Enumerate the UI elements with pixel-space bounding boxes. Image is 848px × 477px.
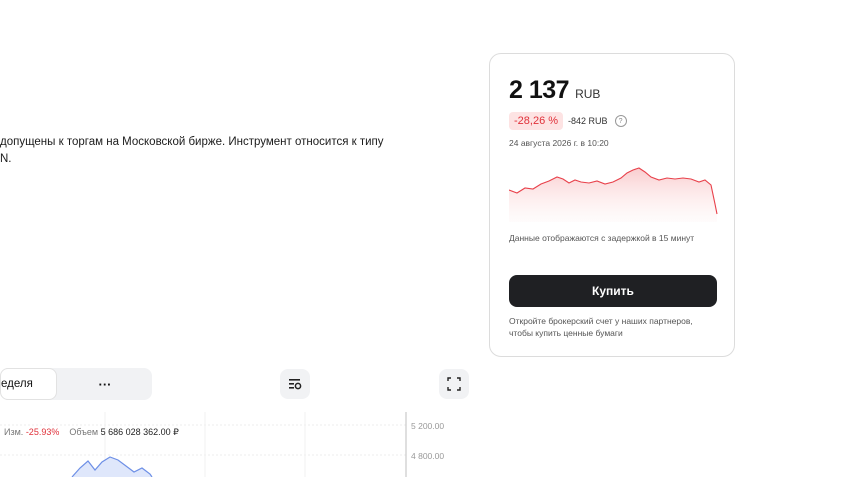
price-row: 2 137 RUB	[509, 76, 600, 105]
chart-legend: Изм. -25.93% Объем 5 686 028 362.00 ₽	[4, 427, 179, 438]
price-chart[interactable]	[0, 412, 470, 477]
fullscreen-icon	[447, 377, 461, 391]
tab-week[interactable]: еделя	[0, 368, 57, 400]
chart-area	[72, 457, 152, 477]
change-absolute: -842 RUB	[568, 116, 608, 126]
quote-date: 24 августа 2026 г. в 10:20	[509, 138, 609, 148]
indicators-settings-icon	[289, 379, 302, 390]
tab-week-label: еделя	[1, 378, 33, 390]
description-line-2: N.	[0, 153, 12, 165]
instrument-description: допущены к торгам на Московской бирже. И…	[0, 134, 470, 168]
legend-change-value: -25.93%	[25, 427, 60, 437]
y-tick-label: 5 200.00	[411, 421, 445, 431]
indicators-button[interactable]	[280, 369, 310, 399]
fullscreen-button[interactable]	[439, 369, 469, 399]
description-line-1: допущены к торгам на Московской бирже. И…	[0, 136, 384, 148]
quote-card: 2 137 RUB -28,26 % -842 RUB ? 24 августа…	[489, 53, 735, 357]
period-tabs: еделя ···	[0, 368, 152, 400]
legend-volume-label: Объем	[69, 427, 99, 437]
sparkline-area	[509, 168, 717, 222]
y-tick-label: 4 800.00	[411, 451, 445, 461]
legend-change-label: Изм.	[4, 427, 24, 437]
partners-note: Откройте брокерский счет у наших партнер…	[509, 316, 693, 338]
price-currency: RUB	[575, 87, 601, 101]
legend-volume-value: 5 686 028 362.00 ₽	[100, 427, 179, 437]
tab-more-button[interactable]: ···	[90, 368, 120, 400]
current-price: 2 137	[509, 76, 570, 104]
price-sparkline	[509, 167, 718, 222]
change-percent-badge: -28,26 %	[509, 112, 564, 130]
delay-note: Данные отображаются с задержкой в 15 мин…	[509, 233, 695, 243]
buy-button[interactable]: Купить	[509, 275, 717, 307]
change-row: -28,26 % -842 RUB ?	[509, 112, 627, 130]
help-icon[interactable]: ?	[614, 115, 627, 127]
